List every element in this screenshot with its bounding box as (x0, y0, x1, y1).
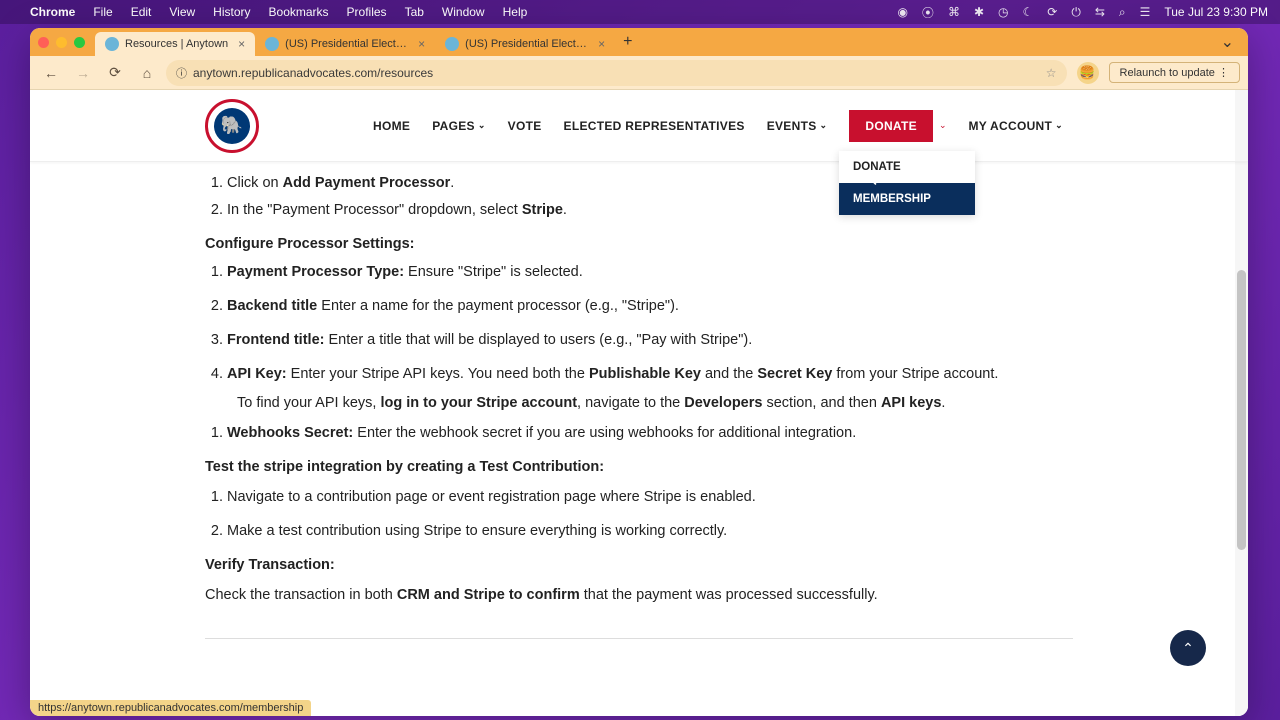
address-bar[interactable]: ⓘ anytown.republicanadvocates.com/resour… (166, 60, 1067, 86)
nav-events[interactable]: EVENTS⌄ (767, 119, 828, 133)
link-status-bar: https://anytown.republicanadvocates.com/… (30, 700, 311, 716)
site-info-icon[interactable]: ⓘ (176, 65, 187, 81)
relaunch-button[interactable]: Relaunch to update ⋮ (1109, 62, 1240, 83)
section-heading: Verify Transaction: (205, 554, 1073, 578)
url-text: anytown.republicanadvocates.com/resource… (193, 66, 433, 80)
nav-my-account[interactable]: MY ACCOUNT⌄ (968, 119, 1063, 133)
list-item: Backend title Enter a name for the payme… (227, 295, 1073, 319)
article-content: Click on Add Payment Processor. In the "… (30, 162, 1248, 716)
nav-pages[interactable]: PAGES⌄ (432, 119, 485, 133)
scrollbar-track[interactable] (1235, 90, 1248, 716)
favicon-icon (105, 37, 119, 51)
api-keys-note: To find your API keys, log in to your St… (205, 392, 1073, 416)
tab-close-icon[interactable]: × (238, 37, 245, 51)
menubar-view[interactable]: View (169, 5, 195, 19)
status-icon[interactable]: ⌘ (948, 5, 960, 19)
dropdown-donate[interactable]: DONATE (839, 151, 975, 183)
list-item: Webhooks Secret: Enter the webhook secre… (227, 422, 1073, 446)
divider (205, 638, 1073, 639)
chevron-down-icon: ⌄ (820, 120, 828, 131)
menubar-bookmarks[interactable]: Bookmarks (269, 5, 329, 19)
voters-voice-logo: ✓ OTERS (205, 699, 1073, 716)
forward-button[interactable]: → (70, 60, 96, 86)
new-tab-button[interactable]: + (615, 33, 640, 51)
bookmark-icon[interactable]: ☆ (1046, 66, 1057, 80)
maximize-window-button[interactable] (74, 37, 85, 48)
browser-toolbar: ← → ⟳ ⌂ ⓘ anytown.republicanadvocates.co… (30, 56, 1248, 90)
menubar-app[interactable]: Chrome (30, 5, 75, 19)
tab-title: (US) Presidential Election | A (285, 38, 408, 50)
browser-tab-active[interactable]: Resources | Anytown × (95, 32, 255, 56)
chevron-down-icon[interactable]: ⌄ (939, 120, 947, 131)
section-heading: Test the stripe integration by creating … (205, 456, 1073, 480)
back-button[interactable]: ← (38, 60, 64, 86)
menubar-edit[interactable]: Edit (131, 5, 152, 19)
menubar-help[interactable]: Help (503, 5, 528, 19)
site-header: 🐘 HOME PAGES⌄ VOTE ELECTED REPRESENTATIV… (30, 90, 1248, 162)
test-list: Navigate to a contribution page or event… (205, 486, 1073, 544)
tab-strip: Resources | Anytown × (US) Presidential … (30, 28, 1248, 56)
webhook-list: Webhooks Secret: Enter the webhook secre… (205, 422, 1073, 446)
window-controls (38, 37, 85, 48)
tab-title: (US) Presidential Election | A (465, 38, 588, 50)
status-icon[interactable]: ⦿ (922, 4, 934, 21)
tab-overflow-button[interactable]: ⌄ (1215, 32, 1240, 52)
tab-title: Resources | Anytown (125, 38, 228, 50)
list-item: Navigate to a contribution page or event… (227, 486, 1073, 510)
menubar-clock[interactable]: Tue Jul 23 9:30 PM (1164, 5, 1268, 19)
toggle-icon[interactable]: ⏻ (1071, 5, 1081, 20)
donate-dropdown: DONATE MEMBERSHIP ↖ (839, 151, 975, 215)
nav-donate-button[interactable]: DONATE (849, 110, 933, 142)
nav-vote[interactable]: VOTE (508, 119, 542, 133)
tab-close-icon[interactable]: × (598, 37, 605, 51)
close-window-button[interactable] (38, 37, 49, 48)
dropdown-membership[interactable]: MEMBERSHIP ↖ (839, 183, 975, 215)
chrome-window: Resources | Anytown × (US) Presidential … (30, 28, 1248, 716)
menubar-profiles[interactable]: Profiles (347, 5, 387, 19)
chevron-down-icon: ⌄ (1055, 120, 1063, 131)
browser-tab[interactable]: (US) Presidential Election | A × (435, 32, 615, 56)
chevron-up-icon: ⌃ (1182, 640, 1194, 657)
list-item: API Key: Enter your Stripe API keys. You… (227, 363, 1073, 387)
browser-tab[interactable]: (US) Presidential Election | A × (255, 32, 435, 56)
list-item: Make a test contribution using Stripe to… (227, 520, 1073, 544)
section-heading: Configure Processor Settings: (205, 233, 1073, 257)
home-button[interactable]: ⌂ (134, 60, 160, 86)
page-viewport: 🐘 HOME PAGES⌄ VOTE ELECTED REPRESENTATIV… (30, 90, 1248, 716)
verify-text: Check the transaction in both CRM and St… (205, 584, 1073, 608)
nav-elected[interactable]: ELECTED REPRESENTATIVES (564, 119, 745, 133)
configure-list: Payment Processor Type: Ensure "Stripe" … (205, 261, 1073, 387)
main-nav: HOME PAGES⌄ VOTE ELECTED REPRESENTATIVES… (373, 110, 1063, 142)
menubar-history[interactable]: History (213, 5, 250, 19)
tab-close-icon[interactable]: × (418, 37, 425, 51)
nav-home[interactable]: HOME (373, 119, 410, 133)
control-center-icon[interactable]: ☰ (1140, 5, 1151, 19)
sync-icon[interactable]: ⟳ (1047, 5, 1057, 19)
macos-menubar: Chrome File Edit View History Bookmarks … (0, 0, 1280, 24)
bluetooth-icon[interactable]: ✱ (974, 5, 984, 19)
scrollbar-thumb[interactable] (1237, 270, 1246, 550)
menubar-window[interactable]: Window (442, 5, 485, 19)
wifi-icon[interactable]: ⇆ (1095, 5, 1105, 19)
clock-icon[interactable]: ◷ (998, 5, 1008, 19)
profile-avatar[interactable]: 🍔 (1077, 62, 1099, 84)
site-logo[interactable]: 🐘 (205, 99, 259, 153)
minimize-window-button[interactable] (56, 37, 67, 48)
list-item: Frontend title: Enter a title that will … (227, 329, 1073, 353)
menubar-file[interactable]: File (93, 5, 112, 19)
reload-button[interactable]: ⟳ (102, 60, 128, 86)
cursor-icon: ↖ (867, 173, 878, 189)
chevron-down-icon: ⌄ (478, 120, 486, 131)
search-icon[interactable]: ⌕ (1119, 5, 1126, 20)
moon-icon[interactable]: ☾ (1022, 5, 1033, 19)
status-icon[interactable]: ◉ (897, 5, 907, 19)
menubar-tab[interactable]: Tab (405, 5, 424, 19)
favicon-icon (445, 37, 459, 51)
elephant-icon: 🐘 (214, 108, 250, 144)
scroll-to-top-button[interactable]: ⌃ (1170, 630, 1206, 666)
list-item: Payment Processor Type: Ensure "Stripe" … (227, 261, 1073, 285)
favicon-icon (265, 37, 279, 51)
